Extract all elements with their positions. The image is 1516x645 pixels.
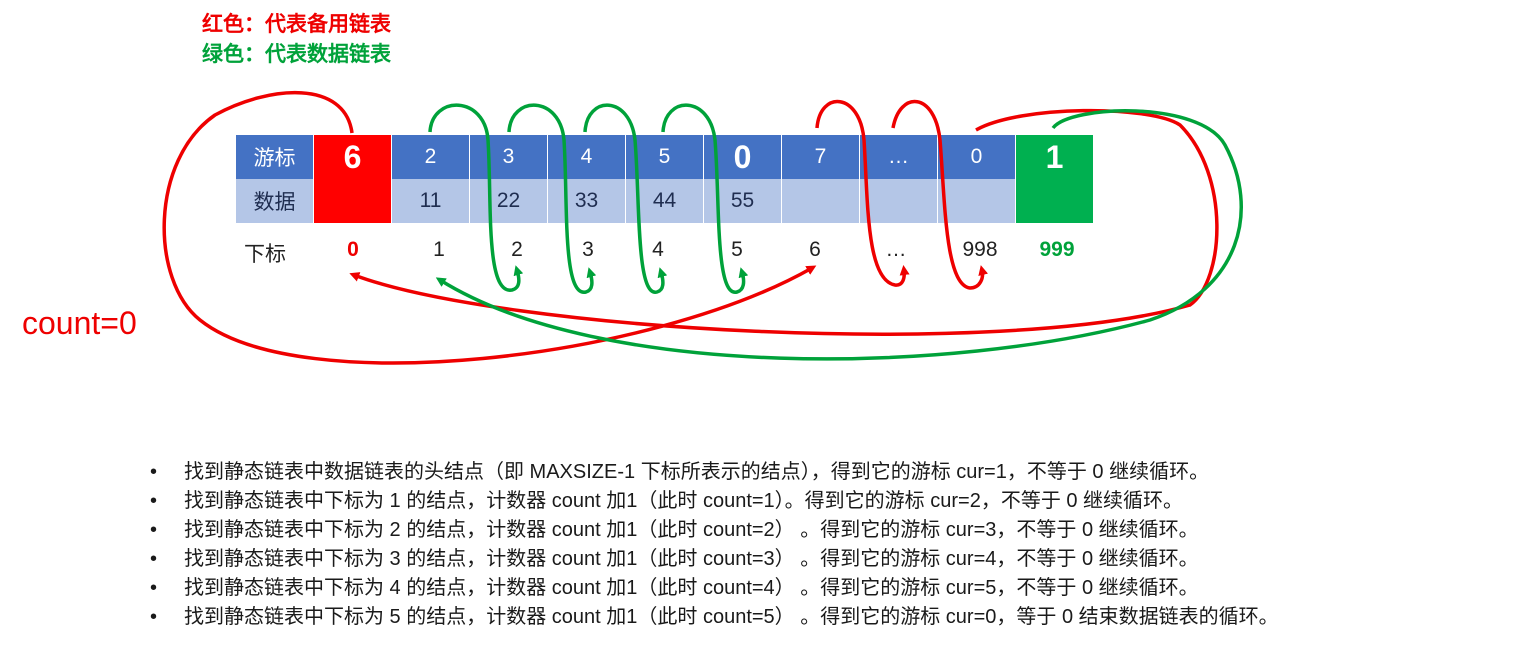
static-linked-list-table: 游标 6 2 3 4 5 0 7 … 0 1 数据 11 22 33 44 55 (236, 135, 1094, 223)
step-text: 找到静态链表中数据链表的头结点（即 MAXSIZE-1 下标所表示的结点），得到… (184, 461, 1210, 483)
bullet-icon: • (150, 490, 158, 512)
data-cell-0 (314, 179, 392, 223)
cursor-header: 游标 (236, 135, 314, 179)
index-999: 999 (1039, 238, 1075, 261)
index-0: 0 (347, 238, 359, 261)
step-text: 找到静态链表中下标为 4 的结点，计数器 count 加1（此时 count=4… (184, 577, 1199, 599)
index-998: 998 (962, 238, 998, 261)
index-1: 1 (433, 238, 445, 261)
bullet-icon: • (150, 519, 158, 541)
index-3: 3 (582, 238, 594, 261)
cursor-cell-4: 5 (626, 135, 704, 179)
data-cell-5: 55 (704, 179, 782, 223)
cursor-cell-0: 6 (314, 135, 392, 179)
index-header: 下标 (244, 243, 286, 266)
step-text: 找到静态链表中下标为 2 的结点，计数器 count 加1（此时 count=2… (184, 519, 1199, 541)
cursor-cell-2: 3 (470, 135, 548, 179)
data-cell-2: 22 (470, 179, 548, 223)
list-item: • 找到静态链表中数据链表的头结点（即 MAXSIZE-1 下标所表示的结点），得… (150, 458, 1279, 487)
cursor-cell-3: 4 (548, 135, 626, 179)
cursor-cell-999: 1 (1016, 135, 1094, 179)
list-item: • 找到静态链表中下标为 4 的结点，计数器 count 加1（此时 count=… (150, 574, 1279, 603)
bullet-icon: • (150, 606, 158, 628)
cursor-cell-998: 0 (938, 135, 1016, 179)
legend-green: 绿色：代表数据链表 (202, 43, 391, 66)
bullet-icon: • (150, 548, 158, 570)
data-cell-998 (938, 179, 1016, 223)
index-5: 5 (731, 238, 743, 261)
list-item: • 找到静态链表中下标为 2 的结点，计数器 count 加1（此时 count=… (150, 516, 1279, 545)
count-label: count=0 (22, 305, 137, 341)
index-4: 4 (652, 238, 664, 261)
red-arrow-0-to-6 (162, 91, 817, 365)
data-cell-1: 11 (392, 179, 470, 223)
cursor-cell-5: 0 (704, 135, 782, 179)
step-text: 找到静态链表中下标为 1 的结点，计数器 count 加1（此时 count=1… (184, 490, 1184, 512)
index-ellipsis: … (885, 238, 907, 261)
list-item: • 找到静态链表中下标为 1 的结点，计数器 count 加1（此时 count=… (150, 487, 1279, 516)
list-item: • 找到静态链表中下标为 3 的结点，计数器 count 加1（此时 count=… (150, 545, 1279, 574)
cursor-row: 游标 6 2 3 4 5 0 7 … 0 1 (236, 135, 1094, 179)
cursor-cell-1: 2 (392, 135, 470, 179)
data-header: 数据 (236, 179, 314, 223)
bullet-icon: • (150, 461, 158, 483)
list-item: • 找到静态链表中下标为 5 的结点，计数器 count 加1（此时 count=… (150, 603, 1279, 632)
bullet-icon: • (150, 577, 158, 599)
data-row: 数据 11 22 33 44 55 (236, 179, 1094, 223)
data-cell-6 (782, 179, 860, 223)
index-6: 6 (809, 238, 821, 261)
step-text: 找到静态链表中下标为 3 的结点，计数器 count 加1（此时 count=3… (184, 548, 1199, 570)
legend-red: 红色：代表备用链表 (202, 13, 391, 36)
cursor-cell-ellipsis: … (860, 135, 938, 179)
data-cell-3: 33 (548, 179, 626, 223)
step-text: 找到静态链表中下标为 5 的结点，计数器 count 加1（此时 count=5… (184, 606, 1279, 628)
index-2: 2 (511, 238, 523, 261)
step-list: • 找到静态链表中数据链表的头结点（即 MAXSIZE-1 下标所表示的结点），得… (150, 458, 1279, 632)
data-cell-ellipsis (860, 179, 938, 223)
data-cell-4: 44 (626, 179, 704, 223)
cursor-cell-6: 7 (782, 135, 860, 179)
data-cell-999 (1016, 179, 1094, 223)
